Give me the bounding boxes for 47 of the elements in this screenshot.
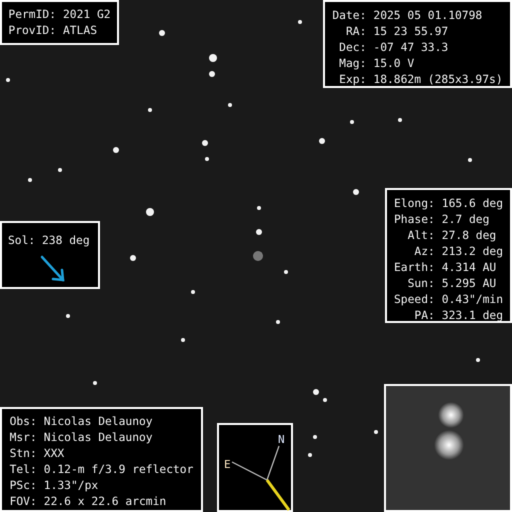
compass-drawing	[232, 446, 280, 481]
field-label: PA:	[413, 308, 435, 324]
field-value: 2.7 deg	[442, 212, 490, 228]
field-value: 0.43"/min	[442, 292, 504, 308]
field-label: Alt:	[406, 228, 435, 244]
field-label: Sun:	[406, 276, 435, 292]
field-value: -07 47 33.3	[373, 40, 450, 56]
field-label: Phase:	[393, 212, 435, 228]
field-label: Elong:	[393, 196, 435, 212]
field-value: XXX	[44, 446, 66, 462]
field-value: 27.8 deg	[442, 228, 498, 244]
field-label: Msr:	[8, 430, 37, 446]
field-label: Stn:	[8, 446, 37, 462]
field-value: 4.314 AU	[442, 260, 498, 276]
field-value: 1.33"/px	[44, 478, 100, 494]
field-value: Nicolas Delaunoy	[44, 430, 154, 446]
field-value: 18.862m (285x3.97s)	[373, 72, 504, 88]
field-label: Speed:	[393, 292, 435, 308]
sun-angle-text: Sol: 238 deg	[8, 233, 91, 249]
field-label: Obs:	[8, 414, 37, 430]
field-label: PSc:	[8, 478, 37, 494]
field-label: PermID:	[8, 7, 56, 23]
east-label: E	[224, 458, 231, 471]
field-label: Az:	[413, 244, 435, 260]
field-label: Earth:	[393, 260, 435, 276]
field-value: 0.12-m f/3.9 reflector	[44, 462, 194, 478]
field-value: 213.2 deg	[442, 244, 504, 260]
field-label: Dec:	[338, 40, 366, 56]
field-label: Date:	[331, 8, 366, 24]
field-value: 2021 G2	[63, 7, 111, 23]
field-label: RA:	[344, 24, 366, 40]
field-label: Mag:	[338, 56, 366, 72]
field-label: Exp:	[338, 72, 366, 88]
arrow-icon	[40, 255, 66, 283]
field-value: 22.6 x 22.6 arcmin	[44, 494, 168, 510]
field-label: ProvID:	[8, 23, 56, 39]
field-value: 323.1 deg	[442, 308, 504, 324]
field-value: 5.295 AU	[442, 276, 498, 292]
field-value: 15.0 V	[373, 56, 416, 72]
field-value: ATLAS	[63, 23, 98, 39]
north-label: N	[278, 433, 285, 446]
field-label: Tel:	[8, 462, 37, 478]
field-value: 15 23 55.97	[373, 24, 450, 40]
field-value: 2025 05 01.10798	[373, 8, 484, 24]
field-value: 165.6 deg	[442, 196, 504, 212]
field-value: Nicolas Delaunoy	[44, 414, 154, 430]
field-label: FOV:	[8, 494, 37, 510]
